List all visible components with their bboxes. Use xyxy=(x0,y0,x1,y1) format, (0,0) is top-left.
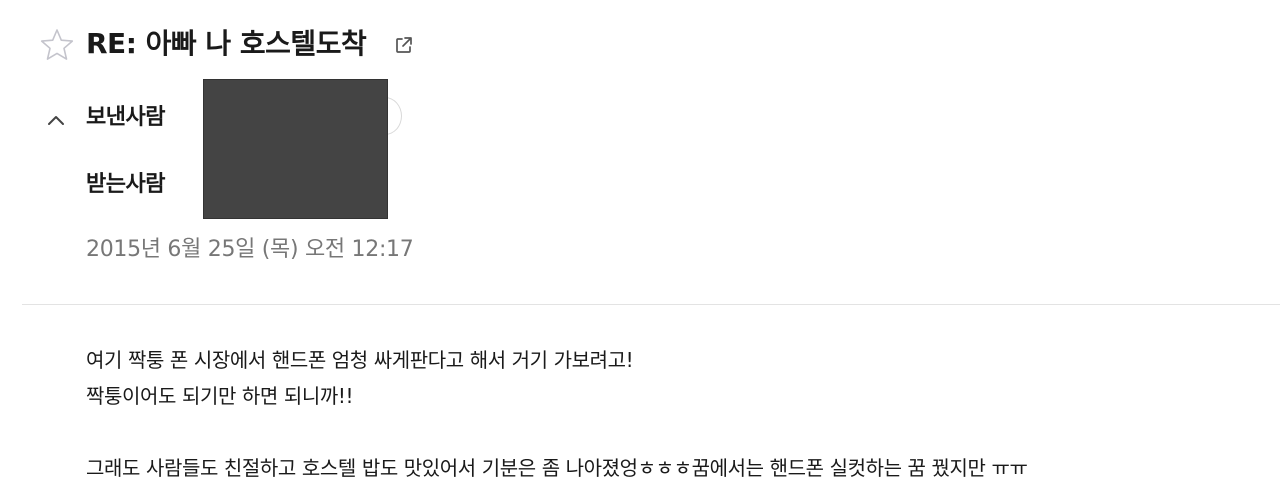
body-line-blank xyxy=(86,414,1027,450)
chevron-up-icon[interactable] xyxy=(45,109,67,131)
star-icon[interactable] xyxy=(39,27,75,63)
redacted-address-block xyxy=(203,79,388,219)
email-subject: RE: 아빠 나 호스텔도착 xyxy=(86,27,367,60)
body-line: 그래도 사람들도 친절하고 호스텔 밥도 맛있어서 기분은 좀 나아졌엉ㅎㅎㅎ꿈… xyxy=(86,456,1028,480)
email-date: 2015년 6월 25일 (목) 오전 12:17 xyxy=(86,237,414,262)
recipient-label: 받는사람 xyxy=(86,172,165,197)
header-divider xyxy=(22,304,1280,305)
body-line: 짝퉁이어도 되기만 하면 되니까!! xyxy=(86,384,354,408)
sender-label: 보낸사람 xyxy=(86,105,165,130)
email-body: 여기 짝퉁 폰 시장에서 핸드폰 엄청 싸게판다고 해서 거기 가보려고! 짝퉁… xyxy=(86,342,1028,486)
body-line: 여기 짝퉁 폰 시장에서 핸드폰 엄청 싸게판다고 해서 거기 가보려고! xyxy=(86,348,634,372)
external-link-icon[interactable] xyxy=(393,34,415,56)
